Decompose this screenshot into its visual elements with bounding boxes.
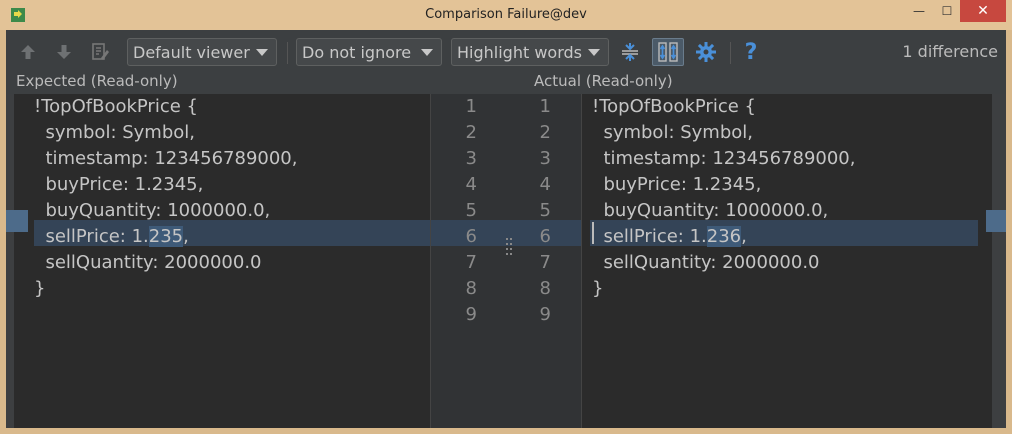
title-bar[interactable]: Comparison Failure@dev — ☐ ✕ <box>0 0 1012 30</box>
viewer-dropdown[interactable]: Default viewer <box>127 38 277 66</box>
right-line-number: 9 <box>539 304 551 325</box>
left-line-number: 2 <box>465 122 477 143</box>
left-change-marker[interactable] <box>6 210 28 232</box>
left-line-number: 5 <box>465 200 477 221</box>
right-line-number: 1 <box>539 96 551 117</box>
code-line: buyQuantity: 1000000.0, <box>34 200 271 221</box>
changed-word: 235 <box>148 226 184 247</box>
left-scrollbar[interactable] <box>6 94 14 428</box>
changed-code-line: sellPrice: 1.235, <box>34 224 189 250</box>
ignore-dropdown[interactable]: Do not ignore <box>296 38 442 66</box>
code-line: buyQuantity: 1000000.0, <box>592 200 829 221</box>
left-line-number: 8 <box>465 278 477 299</box>
splitter-handle-icon[interactable] <box>505 236 513 258</box>
help-icon[interactable]: ? <box>739 40 763 65</box>
expected-editor[interactable]: !TopOfBookPrice { symbol: Symbol, timest… <box>6 94 430 428</box>
chevron-down-icon <box>421 49 433 56</box>
chevron-down-icon <box>588 49 600 56</box>
changed-code-line: sellPrice: 1.236, <box>592 224 747 250</box>
viewer-value: Default viewer <box>133 42 250 62</box>
actual-editor[interactable]: !TopOfBookPrice { symbol: Symbol, timest… <box>582 94 1006 428</box>
code-line: !TopOfBookPrice { <box>34 96 198 117</box>
collapse-unchanged-icon[interactable] <box>618 40 642 64</box>
code-line: } <box>34 278 46 299</box>
right-line-number: 5 <box>539 200 551 221</box>
settings-gear-icon[interactable] <box>694 40 718 64</box>
expected-header: Expected (Read-only) <box>16 72 178 90</box>
arrow-up-icon[interactable] <box>16 40 40 64</box>
diff-dialog: Default viewer Do not ignore Highlight w… <box>6 30 1006 428</box>
right-line-number: 7 <box>539 252 551 273</box>
right-line-number: 4 <box>539 174 551 195</box>
highlight-dropdown[interactable]: Highlight words <box>451 38 609 66</box>
changed-suffix: , <box>741 226 747 247</box>
ignore-value: Do not ignore <box>302 42 412 62</box>
code-line: timestamp: 123456789000, <box>592 148 856 169</box>
left-line-number: 4 <box>465 174 477 195</box>
toolbar-divider <box>287 42 288 64</box>
arrow-down-icon[interactable] <box>52 40 76 64</box>
close-button[interactable]: ✕ <box>960 0 1006 22</box>
edit-source-icon[interactable] <box>88 40 112 64</box>
left-line-number: 7 <box>465 252 477 273</box>
minimize-button[interactable]: — <box>904 0 934 22</box>
code-line: buyPrice: 1.2345, <box>34 174 204 195</box>
toolbar: Default viewer Do not ignore Highlight w… <box>6 36 1006 68</box>
left-line-number: 3 <box>465 148 477 169</box>
right-scrollbar[interactable] <box>992 94 1006 428</box>
sync-scroll-icon[interactable] <box>652 38 684 66</box>
changed-suffix: , <box>183 226 189 247</box>
code-line: sellQuantity: 2000000.0 <box>34 252 262 273</box>
changed-prefix: sellPrice: 1. <box>34 226 149 247</box>
changed-word: 236 <box>706 226 742 247</box>
line-number-gutter: 1 2 3 4 5 6 7 8 9 1 2 3 4 5 6 7 8 9 <box>430 94 582 428</box>
left-line-number: 6 <box>465 226 477 247</box>
window-frame: Comparison Failure@dev — ☐ ✕ Default vie… <box>0 0 1012 434</box>
right-line-number: 6 <box>539 226 551 247</box>
right-change-marker[interactable] <box>986 210 1006 232</box>
left-line-number: 9 <box>465 304 477 325</box>
code-line: timestamp: 123456789000, <box>34 148 298 169</box>
code-line: buyPrice: 1.2345, <box>592 174 762 195</box>
right-line-number: 8 <box>539 278 551 299</box>
code-line: !TopOfBookPrice { <box>592 96 756 117</box>
left-line-number: 1 <box>465 96 477 117</box>
chevron-down-icon <box>256 49 268 56</box>
difference-count: 1 difference <box>902 42 998 61</box>
maximize-button[interactable]: ☐ <box>934 0 960 22</box>
code-line: } <box>592 278 604 299</box>
right-line-number: 2 <box>539 122 551 143</box>
actual-header: Actual (Read-only) <box>534 72 673 90</box>
code-line: symbol: Symbol, <box>592 122 754 143</box>
code-line: sellQuantity: 2000000.0 <box>592 252 820 273</box>
highlight-value: Highlight words <box>457 42 582 62</box>
code-line: symbol: Symbol, <box>34 122 196 143</box>
right-line-number: 3 <box>539 148 551 169</box>
changed-prefix: sellPrice: 1. <box>592 226 707 247</box>
toolbar-divider <box>730 42 731 64</box>
window-title: Comparison Failure@dev <box>425 7 587 22</box>
